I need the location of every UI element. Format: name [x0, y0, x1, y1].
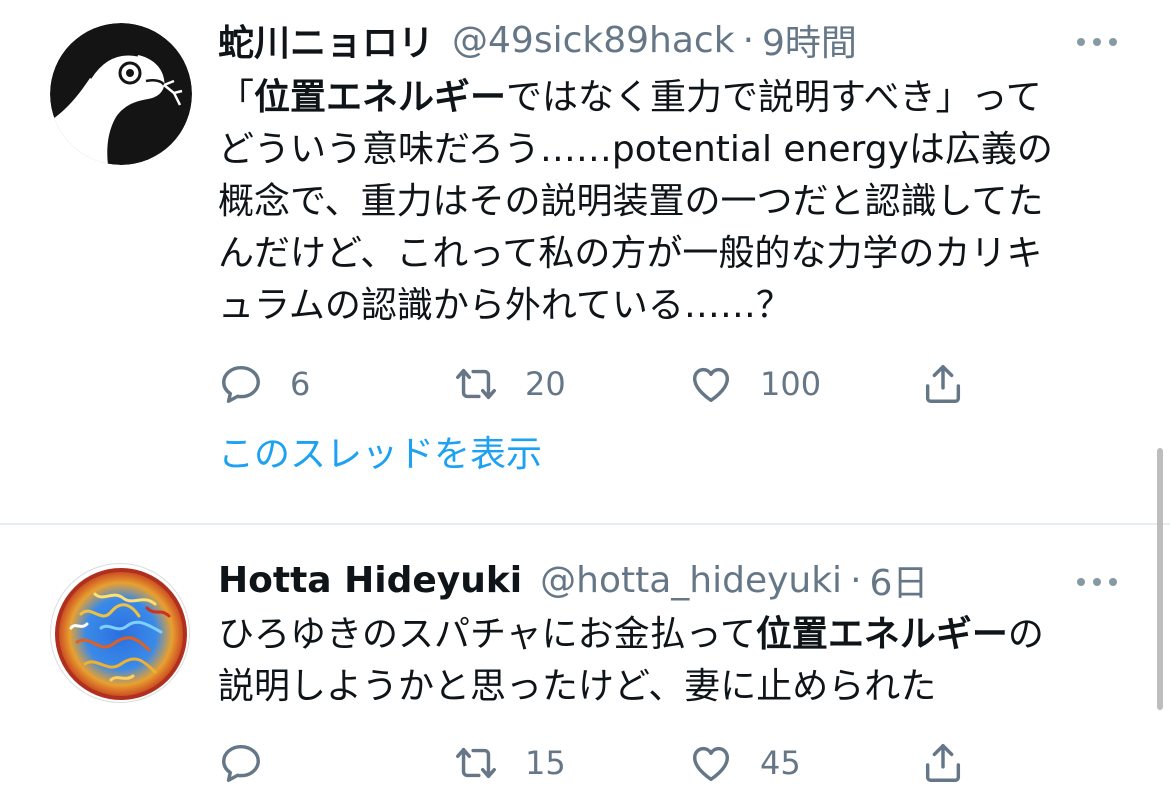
text-segment: の: [1007, 614, 1044, 655]
more-options-icon[interactable]: [1077, 578, 1117, 586]
reply-button[interactable]: 6: [218, 359, 310, 409]
tweet-2[interactable]: Hotta Hideyuki @hotta_hideyuki · 6日 ひろゆき…: [0, 525, 1170, 802]
avatar[interactable]: [50, 23, 192, 165]
share-button[interactable]: [920, 738, 966, 788]
like-button[interactable]: 100: [688, 359, 821, 409]
tweet-text-line: 説明しようかと思ったけど、妻に止められた: [218, 666, 937, 707]
display-name[interactable]: 蛇川ニョロリ: [218, 14, 434, 66]
tweet-text-line: 「位置エネルギーではなく重力で説明すべき」って: [218, 72, 1123, 124]
timestamp[interactable]: 6日: [870, 554, 929, 606]
retweet-icon: [456, 368, 496, 400]
reply-count: 6: [290, 365, 311, 403]
share-button[interactable]: [920, 359, 966, 409]
text-segment: ひろゆきのスパチャにお金払って: [218, 614, 756, 655]
snake-icon: [50, 23, 192, 165]
heart-icon: [692, 367, 730, 403]
like-count: 100: [760, 365, 822, 403]
more-options-icon[interactable]: [1077, 38, 1117, 46]
tweet-text-line: 概念で、重力はその説明装置の一つだと認識してた: [218, 181, 1044, 222]
reply-icon: [222, 744, 260, 782]
retweet-button[interactable]: 15: [453, 738, 566, 788]
user-handle[interactable]: @hotta_hideyuki: [540, 560, 842, 601]
separator: ·: [742, 19, 755, 61]
retweet-count: 15: [525, 744, 566, 782]
reply-button[interactable]: [218, 738, 290, 788]
reply-icon: [222, 365, 260, 403]
tweet-text-line: んだけど、これって私の方が一般的な力学のカリキ: [218, 233, 1043, 274]
fractal-pattern-avatar: [55, 568, 187, 700]
tweet-header: Hotta Hideyuki @hotta_hideyuki · 6日: [218, 552, 928, 608]
timeline: 蛇川ニョロリ @49sick89hack · 9時間 「位置エネルギーではなく重…: [0, 0, 1170, 802]
text-segment: ではなく重力で説明すべき」って: [506, 77, 1042, 118]
retweet-icon: [456, 747, 496, 779]
share-icon: [925, 365, 961, 403]
highlighted-text: 位置エネルギー: [755, 614, 1008, 655]
tweet-text-line: ひろゆきのスパチャにお金払って位置エネルギーの: [218, 609, 1123, 661]
retweet-button[interactable]: 20: [453, 359, 566, 409]
show-thread-link[interactable]: このスレッドを表示: [218, 425, 542, 477]
separator: ·: [850, 559, 862, 601]
tweet-header: 蛇川ニョロリ @49sick89hack · 9時間: [218, 12, 857, 68]
user-handle[interactable]: @49sick89hack: [452, 20, 735, 61]
scrollbar[interactable]: [1157, 448, 1163, 710]
tweet-1[interactable]: 蛇川ニョロリ @49sick89hack · 9時間 「位置エネルギーではなく重…: [0, 0, 1170, 524]
tweet-actions: 6 20 100: [218, 359, 978, 409]
tweet-text: 「位置エネルギーではなく重力で説明すべき」って どういう意味だろう……poten…: [218, 72, 1123, 332]
tweet-actions: 15 45: [218, 738, 978, 788]
heart-icon: [692, 746, 730, 782]
text-segment: 「: [218, 77, 255, 118]
timestamp[interactable]: 9時間: [762, 14, 857, 66]
retweet-count: 20: [525, 365, 566, 403]
share-icon: [925, 744, 961, 782]
like-count: 45: [760, 744, 801, 782]
like-button[interactable]: 45: [688, 738, 801, 788]
tweet-text: ひろゆきのスパチャにお金払って位置エネルギーの 説明しようかと思ったけど、妻に止…: [218, 609, 1123, 713]
tweet-text-line: ュラムの認識から外れている……？: [218, 285, 792, 326]
display-name[interactable]: Hotta Hideyuki: [218, 560, 522, 601]
tweet-text-line: どういう意味だろう……potential energyは広義の: [218, 129, 1053, 170]
highlighted-text: 位置エネルギー: [254, 77, 507, 118]
avatar[interactable]: [50, 563, 190, 703]
